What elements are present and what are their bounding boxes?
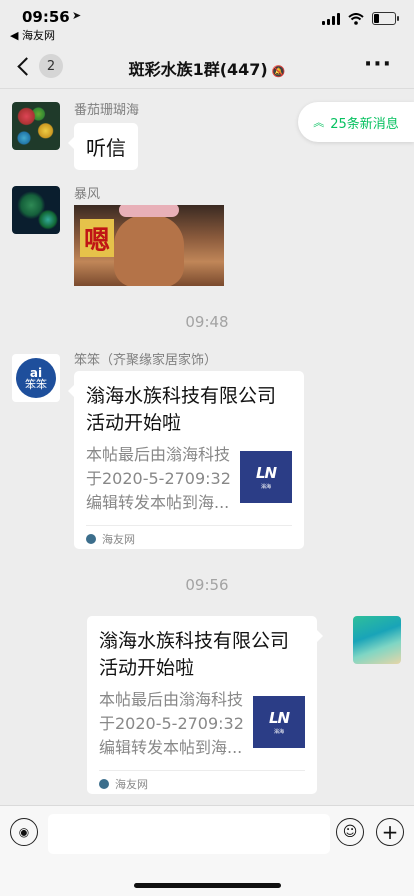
avatar-text: ai [29,365,43,380]
source-icon [99,779,109,789]
chat-header: 2 斑彩水族1群(447) 🔕 ··· [0,44,414,89]
home-indicator[interactable] [134,883,281,888]
new-messages-pill[interactable]: ︽ 25条新消息 [298,102,414,142]
message-bubble[interactable]: 听信 [68,123,138,170]
card-footer: 海友网 [99,770,305,797]
link-card[interactable]: 滃海水族科技有限公司活动开始啦 本帖最后由滃海科技于2020-5-2709:32… [68,371,304,552]
sender-name: 笨笨（齐聚缘家居家饰） [74,353,218,368]
avatar[interactable]: ai 笨笨 [12,354,60,402]
card-title: 滃海水族科技有限公司活动开始啦 [86,385,277,434]
sticker-text: 嗯 [80,219,114,257]
voice-icon[interactable]: ◉ [10,818,38,846]
double-up-arrow-icon: ︽ [313,116,325,129]
card-description: 本帖最后由滃海科技于2020-5-2709:32编辑转发本帖到海... [86,445,231,512]
card-footer: 海友网 [86,525,292,552]
new-messages-label: 25条新消息 [330,116,399,132]
signal-icon [322,12,340,25]
card-title: 滃海水族科技有限公司活动开始啦 [99,630,290,679]
location-arrow-icon: ➤ [72,9,82,22]
message-text: 听信 [86,136,126,160]
sender-name: 番茄珊瑚海 [74,103,140,118]
input-bar: ◉ ☺ + [0,805,414,896]
chat-title: 斑彩水族1群(447) [128,60,268,79]
timestamp: 09:48 [185,313,229,331]
battery-icon [372,12,399,25]
avatar[interactable] [353,616,401,664]
source-icon [86,534,96,544]
avatar[interactable] [12,102,60,150]
clock: 09:56 [22,8,70,26]
link-card[interactable]: 滃海水族科技有限公司活动开始啦 本帖最后由滃海科技于2020-5-2709:32… [87,616,323,797]
message-input[interactable] [48,814,330,854]
card-thumbnail: LN 滃海 [240,451,292,503]
thumb-sub-text: 滃海 [273,729,284,735]
sender-name: 暴风 [74,187,101,202]
emoji-icon[interactable]: ☺ [336,818,364,846]
thumb-logo-text: LN [268,709,290,727]
mute-bell-icon: 🔕 [271,65,286,78]
card-thumbnail: LN 滃海 [253,696,305,748]
more-icon[interactable]: ··· [364,52,392,77]
thumb-logo-text: LN [255,464,277,482]
wifi-icon [348,12,364,25]
thumb-sub-text: 滃海 [260,484,271,490]
card-source: 海友网 [102,533,135,546]
avatar[interactable] [12,186,60,234]
plus-icon[interactable]: + [376,818,404,846]
avatar-text: 笨笨 [25,377,47,391]
status-bar: 09:56 ➤ ◀ 海友网 [0,0,414,44]
timestamp: 09:56 [185,576,229,594]
sticker-image[interactable]: 嗯 [74,205,224,286]
back-to-app-link[interactable]: ◀ 海友网 [10,27,55,43]
card-description: 本帖最后由滃海科技于2020-5-2709:32编辑转发本帖到海... [99,690,244,757]
card-source: 海友网 [115,778,148,791]
